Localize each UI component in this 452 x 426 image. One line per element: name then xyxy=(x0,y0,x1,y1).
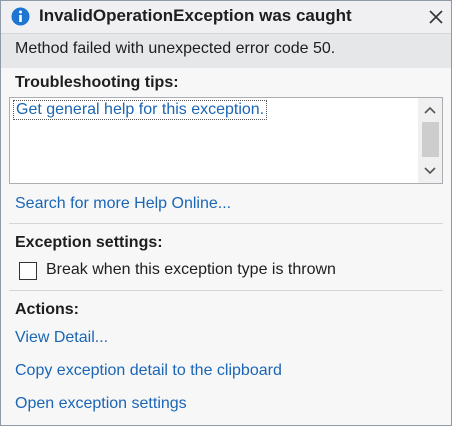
tips-scrollbar[interactable] xyxy=(418,98,442,183)
copy-exception-detail-link[interactable]: Copy exception detail to the clipboard xyxy=(15,362,282,380)
break-on-exception-label: Break when this exception type is thrown xyxy=(46,261,336,278)
close-button[interactable] xyxy=(425,6,447,28)
exception-helper-popup: InvalidOperationException was caught Met… xyxy=(0,0,452,426)
chevron-down-icon xyxy=(424,167,436,175)
view-detail-link[interactable]: View Detail... xyxy=(15,329,108,347)
exception-body: Troubleshooting tips: Get general help f… xyxy=(1,68,451,425)
chevron-up-icon xyxy=(424,106,436,114)
actions-heading: Actions: xyxy=(15,301,79,318)
troubleshooting-heading: Troubleshooting tips: xyxy=(15,74,179,91)
scroll-up-button[interactable] xyxy=(418,100,442,120)
divider xyxy=(9,290,443,291)
exception-title: InvalidOperationException was caught xyxy=(39,6,352,25)
exception-message: Method failed with unexpected error code… xyxy=(1,33,451,68)
scroll-down-button[interactable] xyxy=(418,161,442,181)
tip-link-general-help[interactable]: Get general help for this exception. xyxy=(13,100,268,120)
divider xyxy=(9,223,443,224)
message-text: Method failed with unexpected error code… xyxy=(15,40,336,57)
scroll-thumb[interactable] xyxy=(422,122,439,157)
exception-settings-heading: Exception settings: xyxy=(15,234,163,251)
open-exception-settings-link[interactable]: Open exception settings xyxy=(15,395,187,413)
break-on-exception-checkbox[interactable] xyxy=(19,262,37,280)
info-icon xyxy=(11,7,30,26)
search-help-online-link[interactable]: Search for more Help Online... xyxy=(15,195,231,213)
close-icon xyxy=(429,10,443,24)
troubleshooting-tips-list[interactable]: Get general help for this exception. xyxy=(9,97,443,184)
title-bar: InvalidOperationException was caught xyxy=(1,1,451,33)
